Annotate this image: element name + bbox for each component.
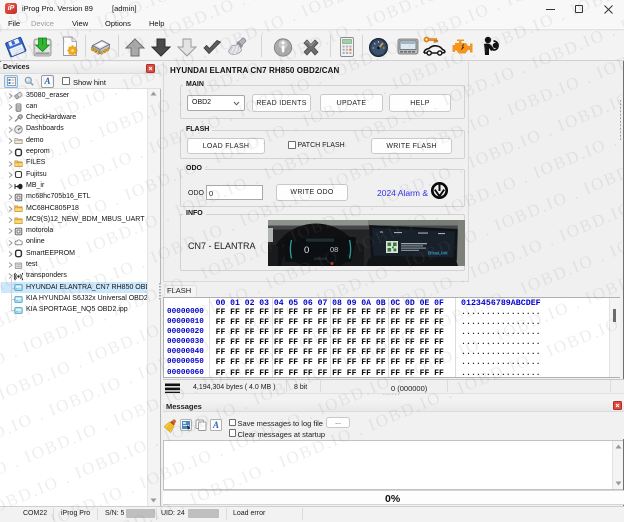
- svg-text:0: 0: [304, 245, 309, 256]
- svg-text:BlueLink: BlueLink: [428, 251, 448, 256]
- svg-text:08: 08: [330, 245, 338, 254]
